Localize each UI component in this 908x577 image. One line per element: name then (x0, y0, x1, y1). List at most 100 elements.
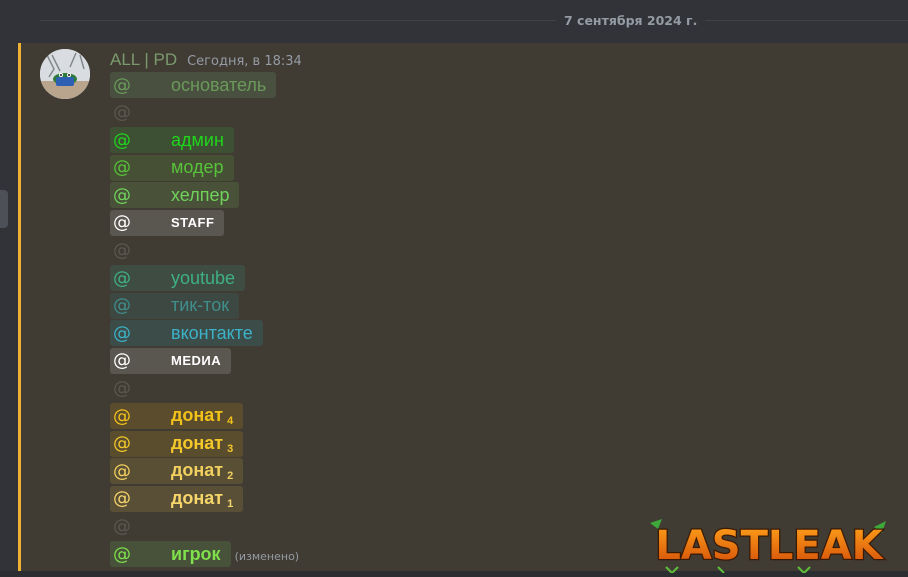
empty-role-mention: @ (110, 514, 299, 540)
message-header: ALL | PD Сегодня, в 18:34 (110, 50, 302, 72)
empty-role-mention: @ (110, 238, 299, 264)
role-mention[interactable]: @ основатель (110, 72, 277, 98)
role-mention-row: @ донат 4 (110, 403, 299, 430)
edited-indicator[interactable]: (изменено) (235, 550, 300, 563)
role-mention-row: @ админ (110, 127, 299, 154)
at-symbol: @ (113, 240, 131, 262)
at-symbol: @ (113, 350, 131, 372)
role-name-text: донат (171, 487, 224, 508)
at-symbol: @ (113, 543, 131, 565)
role-mention[interactable]: @ донат 1 (110, 485, 244, 512)
role-tier-subscript: 2 (227, 470, 234, 483)
at-symbol: @ (113, 267, 131, 289)
message-timestamp[interactable]: Сегодня, в 18:34 (187, 54, 302, 69)
at-symbol: @ (113, 322, 131, 344)
role-mention[interactable]: @ донат 3 (110, 430, 244, 457)
sidebar-scroll-stub (0, 190, 8, 228)
role-name: тик-ток (171, 295, 229, 316)
role-mention-row: @ вконтакте (110, 320, 299, 347)
date-divider-label: 7 сентября 2024 г. (556, 12, 706, 30)
role-mention-row: @ модер (110, 154, 299, 181)
empty-role-mention: @ (110, 376, 299, 402)
role-mention-row: @ донат 1 (110, 485, 299, 512)
role-mention[interactable]: @ тик-ток (110, 292, 240, 319)
role-mention[interactable]: @ донат 2 (110, 458, 244, 485)
at-symbol: @ (113, 184, 131, 206)
at-symbol: @ (113, 516, 131, 537)
role-name: донат 2 (171, 460, 233, 482)
role-mention[interactable]: @ STAFF (110, 209, 225, 236)
at-symbol: @ (113, 433, 131, 455)
role-name-text: основатель (171, 74, 267, 95)
at-symbol: @ (113, 488, 131, 510)
empty-mention-pill[interactable]: @ (110, 100, 171, 126)
mention-highlight-bar (18, 43, 21, 571)
message[interactable]: ALL | PD Сегодня, в 18:34 @ основатель @ @ а… (18, 43, 908, 571)
role-name: MEDИA (171, 353, 221, 368)
role-name-text: донат (171, 405, 224, 426)
at-symbol: @ (113, 74, 131, 96)
role-mention[interactable]: @ донат 4 (110, 403, 244, 430)
at-symbol: @ (113, 129, 131, 151)
role-name-text: хелпер (171, 184, 230, 205)
avatar-image (40, 49, 90, 99)
role-name: донат 4 (171, 405, 233, 427)
at-symbol: @ (113, 405, 131, 427)
role-mention[interactable]: @ игрок (110, 541, 231, 568)
role-name-text: игрок (171, 543, 221, 564)
role-name: админ (171, 130, 224, 151)
role-mention-row: @ донат 2 (110, 458, 299, 485)
lastleak-watermark-logo: LASTLEAK (650, 519, 886, 573)
role-mention-row: @ донат 3 (110, 430, 299, 457)
watermark-text: LASTLEAK (655, 523, 884, 569)
role-name: хелпер (171, 185, 229, 206)
role-mention-row: @ тик-ток (110, 292, 299, 319)
role-tier-subscript: 3 (227, 442, 234, 455)
role-mention-row: @ MEDИA (110, 347, 299, 374)
at-symbol: @ (113, 378, 131, 400)
role-name-text: вконтакте (171, 322, 253, 343)
role-name: модер (171, 157, 224, 178)
role-name-text: донат (171, 432, 224, 453)
empty-mention-pill[interactable]: @ (110, 514, 171, 540)
role-tier-subscript: 1 (227, 497, 234, 510)
empty-mention-pill[interactable]: @ (110, 376, 171, 402)
at-symbol: @ (113, 102, 131, 124)
at-symbol: @ (113, 212, 131, 234)
role-tier-subscript: 4 (227, 415, 234, 428)
role-name: донат 1 (171, 488, 233, 510)
role-name: youtube (171, 268, 235, 289)
at-symbol: @ (113, 157, 131, 179)
role-name-text: админ (171, 129, 224, 150)
role-name: STAFF (171, 215, 214, 230)
at-symbol: @ (113, 460, 131, 482)
role-name: игрок (171, 544, 221, 565)
empty-mention-pill[interactable]: @ (110, 238, 171, 264)
empty-role-mention: @ (110, 100, 299, 126)
role-name: основатель (171, 75, 266, 96)
role-mention-list: @ основатель @ @ админ @ модер @ хелпер @ STAFF @ @ y… (110, 72, 299, 569)
role-name-text: донат (171, 460, 224, 481)
role-name-text: MEDИA (171, 353, 222, 369)
role-name-text: youtube (171, 267, 236, 288)
role-mention[interactable]: @ админ (110, 127, 234, 154)
role-name-text: STAFF (171, 215, 215, 231)
role-mention[interactable]: @ MEDИA (110, 347, 232, 374)
role-name: донат 3 (171, 433, 233, 455)
avatar[interactable] (40, 49, 90, 99)
role-mention[interactable]: @ хелпер (110, 182, 240, 209)
at-symbol: @ (113, 295, 131, 317)
role-name-text: модер (171, 157, 224, 178)
author-name[interactable]: ALL | PD (110, 50, 177, 70)
role-mention-row: @ хелпер (110, 182, 299, 209)
role-mention-row: @ STAFF (110, 209, 299, 236)
role-mention-row: @ игрок (изменено) (110, 541, 300, 568)
role-mention[interactable]: @ youtube (110, 265, 246, 292)
role-mention[interactable]: @ модер (110, 154, 234, 181)
role-mention[interactable]: @ вконтакте (110, 320, 263, 347)
role-name-text: тик-ток (171, 295, 230, 316)
role-name: вконтакте (171, 323, 253, 344)
role-mention-row: @ основатель (110, 72, 299, 98)
role-mention-row: @ youtube (110, 265, 299, 292)
divider-line (40, 20, 908, 21)
